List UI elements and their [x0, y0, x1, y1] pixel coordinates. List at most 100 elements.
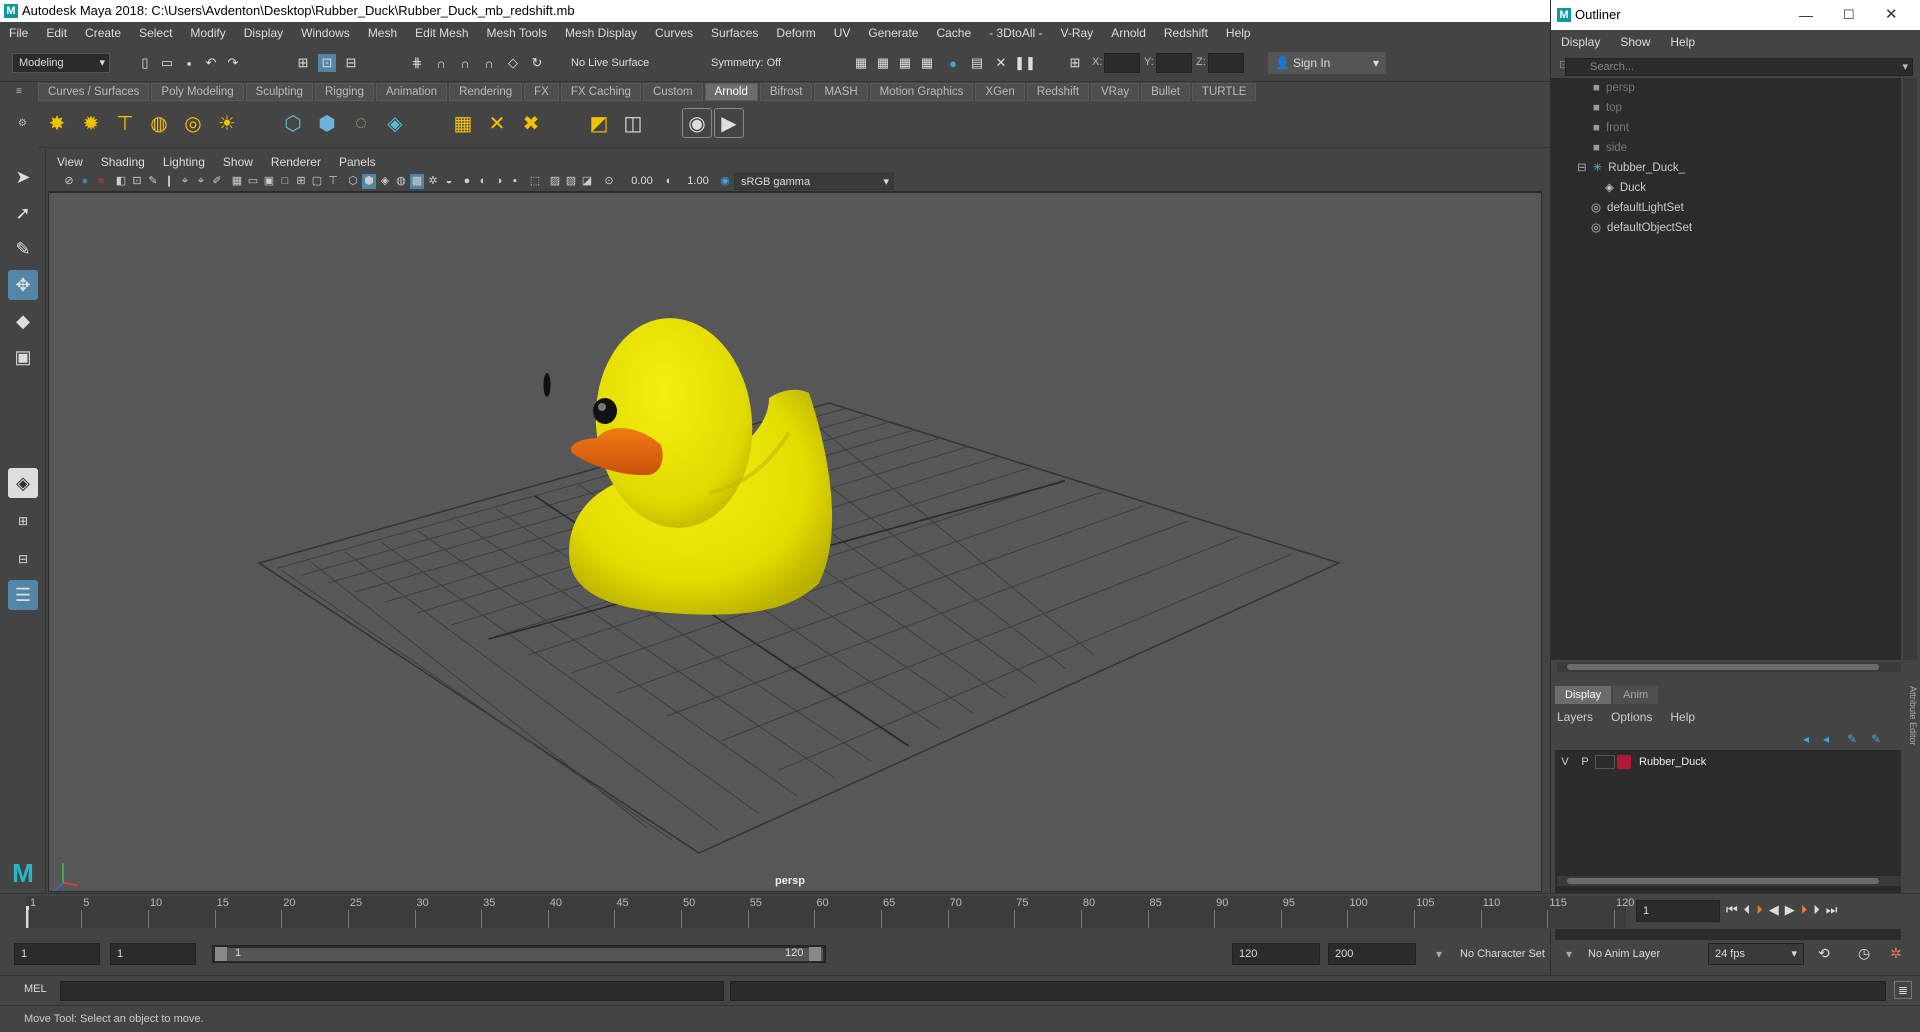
- menu-generate[interactable]: Generate: [859, 22, 927, 44]
- undo-icon[interactable]: ↶: [202, 54, 220, 72]
- panel-menu-lighting[interactable]: Lighting: [154, 155, 214, 169]
- physical-sky-icon[interactable]: ☀: [212, 108, 242, 138]
- layer-color-swatch[interactable]: [1617, 755, 1631, 769]
- select-camera-icon[interactable]: ⊘: [62, 174, 76, 189]
- maya-home-logo-icon[interactable]: M: [8, 858, 38, 888]
- live-surface-field[interactable]: No Live Surface: [564, 53, 662, 73]
- render-current-icon[interactable]: ▦: [852, 54, 870, 72]
- xray-icon[interactable]: ◍: [394, 174, 408, 189]
- perspective-viewport[interactable]: persp: [48, 192, 1542, 892]
- step-back-key-icon[interactable]: ⏴: [1744, 902, 1751, 918]
- render-settings-icon[interactable]: ▦: [918, 54, 936, 72]
- auto-key-icon[interactable]: ◷: [1858, 945, 1870, 962]
- volume-icon[interactable]: ◌: [346, 108, 376, 138]
- panel-menu-show[interactable]: Show: [214, 155, 262, 169]
- open-scene-icon[interactable]: ▭: [158, 54, 176, 72]
- layer-menu-layers[interactable]: Layers: [1557, 710, 1593, 724]
- menu-edit-mesh[interactable]: Edit Mesh: [406, 22, 477, 44]
- range-slider-track[interactable]: 1 120: [212, 945, 826, 963]
- script-editor-icon[interactable]: ≣: [1894, 981, 1912, 999]
- select-component-icon[interactable]: ⊟: [342, 54, 360, 72]
- rotate-tool-icon[interactable]: ◆: [8, 306, 38, 336]
- outliner-search-input[interactable]: Search... ▾: [1565, 58, 1913, 76]
- colorspace-dropdown[interactable]: sRGB gamma ▾: [734, 173, 894, 190]
- menu-edit[interactable]: Edit: [37, 22, 76, 44]
- shelf-tab[interactable]: Curves / Surfaces: [38, 83, 150, 101]
- select-object-icon[interactable]: ⊡: [318, 54, 336, 72]
- flush-all-icon[interactable]: ✖: [516, 108, 546, 138]
- save-scene-icon[interactable]: ▪: [180, 54, 198, 72]
- close-icon[interactable]: ✕: [1885, 0, 1898, 30]
- menu-create[interactable]: Create: [76, 22, 130, 44]
- menu-modify[interactable]: Modify: [181, 22, 234, 44]
- playback-start-field[interactable]: 1: [110, 943, 196, 965]
- layer-menu-help[interactable]: Help: [1670, 710, 1695, 724]
- transform-input-icon[interactable]: ⊞: [1066, 54, 1084, 72]
- flush-texture-icon[interactable]: ▦: [448, 108, 478, 138]
- select-hierarchy-icon[interactable]: ⊞: [294, 54, 312, 72]
- snap-curve-icon[interactable]: ∩: [432, 54, 450, 72]
- two-view-layout-icon[interactable]: ⊟: [8, 544, 38, 574]
- snap-view-icon[interactable]: ∩: [480, 54, 498, 72]
- outliner-item[interactable]: ◎ defaultObjectSet: [1591, 218, 1692, 238]
- smooth-shade-icon[interactable]: ⬢: [362, 174, 376, 189]
- chevron-down-icon[interactable]: ▾: [1566, 947, 1572, 961]
- attribute-editor-side-tab[interactable]: Attribute Editor: [1906, 686, 1918, 746]
- menuset-dropdown[interactable]: Modeling ▾: [12, 53, 110, 73]
- light-portal-icon[interactable]: ◎: [178, 108, 208, 138]
- command-input[interactable]: [60, 981, 724, 1001]
- grease-pencil-icon[interactable]: ✎: [146, 174, 160, 189]
- layer-menu-options[interactable]: Options: [1611, 710, 1652, 724]
- menu-redshift[interactable]: Redshift: [1155, 22, 1217, 44]
- outliner-item[interactable]: ⊟ ✳ Rubber_Duck_: [1577, 158, 1685, 178]
- step-forward-frame-icon[interactable]: ⏵: [1801, 902, 1808, 918]
- lasso-tool-icon[interactable]: ➚: [8, 198, 38, 228]
- bookmarks-icon[interactable]: ■: [94, 174, 108, 189]
- single-perspective-layout-icon[interactable]: ◈: [8, 468, 38, 498]
- wireframe-icon[interactable]: ⬡: [346, 174, 360, 189]
- animation-prefs-icon[interactable]: ✲: [1890, 945, 1902, 962]
- safe-action-icon[interactable]: ▢: [310, 174, 324, 189]
- move-tool-icon[interactable]: ✥: [8, 270, 38, 300]
- play-backwards-icon[interactable]: ◀: [1769, 902, 1779, 918]
- wireframe-on-shaded-icon[interactable]: ◈: [378, 174, 392, 189]
- menu-mesh[interactable]: Mesh: [359, 22, 406, 44]
- menu-3dtoall[interactable]: - 3DtoAll -: [980, 22, 1051, 44]
- panel-menu-panels[interactable]: Panels: [330, 155, 385, 169]
- select-tool-icon[interactable]: ➤: [8, 162, 38, 192]
- panel-menu-view[interactable]: View: [48, 155, 92, 169]
- gamma-icon[interactable]: ◐: [662, 174, 676, 189]
- shelf-tab[interactable]: Animation: [375, 83, 448, 101]
- ipr-render-icon[interactable]: ▦: [896, 54, 914, 72]
- gate-mask-icon[interactable]: □: [278, 174, 292, 189]
- image-plane-icon[interactable]: ◧: [114, 174, 128, 189]
- new-scene-icon[interactable]: ▯: [136, 54, 154, 72]
- step-forward-key-icon[interactable]: ⏵: [1813, 902, 1820, 918]
- outliner-menu-help[interactable]: Help: [1660, 35, 1705, 49]
- tx-manager-icon[interactable]: ◫: [618, 108, 648, 138]
- shelf-tab-active[interactable]: Arnold: [704, 83, 758, 101]
- curve-collector-icon[interactable]: ◈: [380, 108, 410, 138]
- color-management-icon[interactable]: ◉: [718, 174, 732, 189]
- license-manager-icon[interactable]: ◩: [584, 108, 614, 138]
- sign-in-button[interactable]: 👤 Sign In ▾: [1268, 52, 1386, 74]
- render-view-eye-icon[interactable]: ◉: [682, 108, 712, 138]
- outliner-item[interactable]: ◎ defaultLightSet: [1591, 198, 1684, 218]
- outliner-item[interactable]: ■ front: [1593, 118, 1629, 138]
- mesh-light-icon[interactable]: ✹: [76, 108, 106, 138]
- camera-icon[interactable]: ⌖: [178, 174, 192, 189]
- shelf-tab[interactable]: Poly Modeling: [151, 83, 244, 101]
- snap-surface-icon[interactable]: ◇: [504, 54, 522, 72]
- motion-blur-icon[interactable]: ◐: [476, 174, 490, 189]
- menu-deform[interactable]: Deform: [767, 22, 824, 44]
- range-end-handle[interactable]: [809, 947, 821, 961]
- outliner-menu-display[interactable]: Display: [1551, 35, 1610, 49]
- render-view-icon[interactable]: ▤: [968, 54, 986, 72]
- menu-vray[interactable]: V-Ray: [1052, 22, 1103, 44]
- paint-select-tool-icon[interactable]: ✎: [8, 234, 38, 264]
- panel-menu-renderer[interactable]: Renderer: [262, 155, 330, 169]
- chevron-down-icon[interactable]: ▾: [1436, 947, 1442, 961]
- symmetry-dropdown[interactable]: Symmetry: Off: [704, 53, 800, 73]
- shelf-tab[interactable]: Bifrost: [759, 83, 813, 101]
- z-field[interactable]: [1208, 53, 1244, 73]
